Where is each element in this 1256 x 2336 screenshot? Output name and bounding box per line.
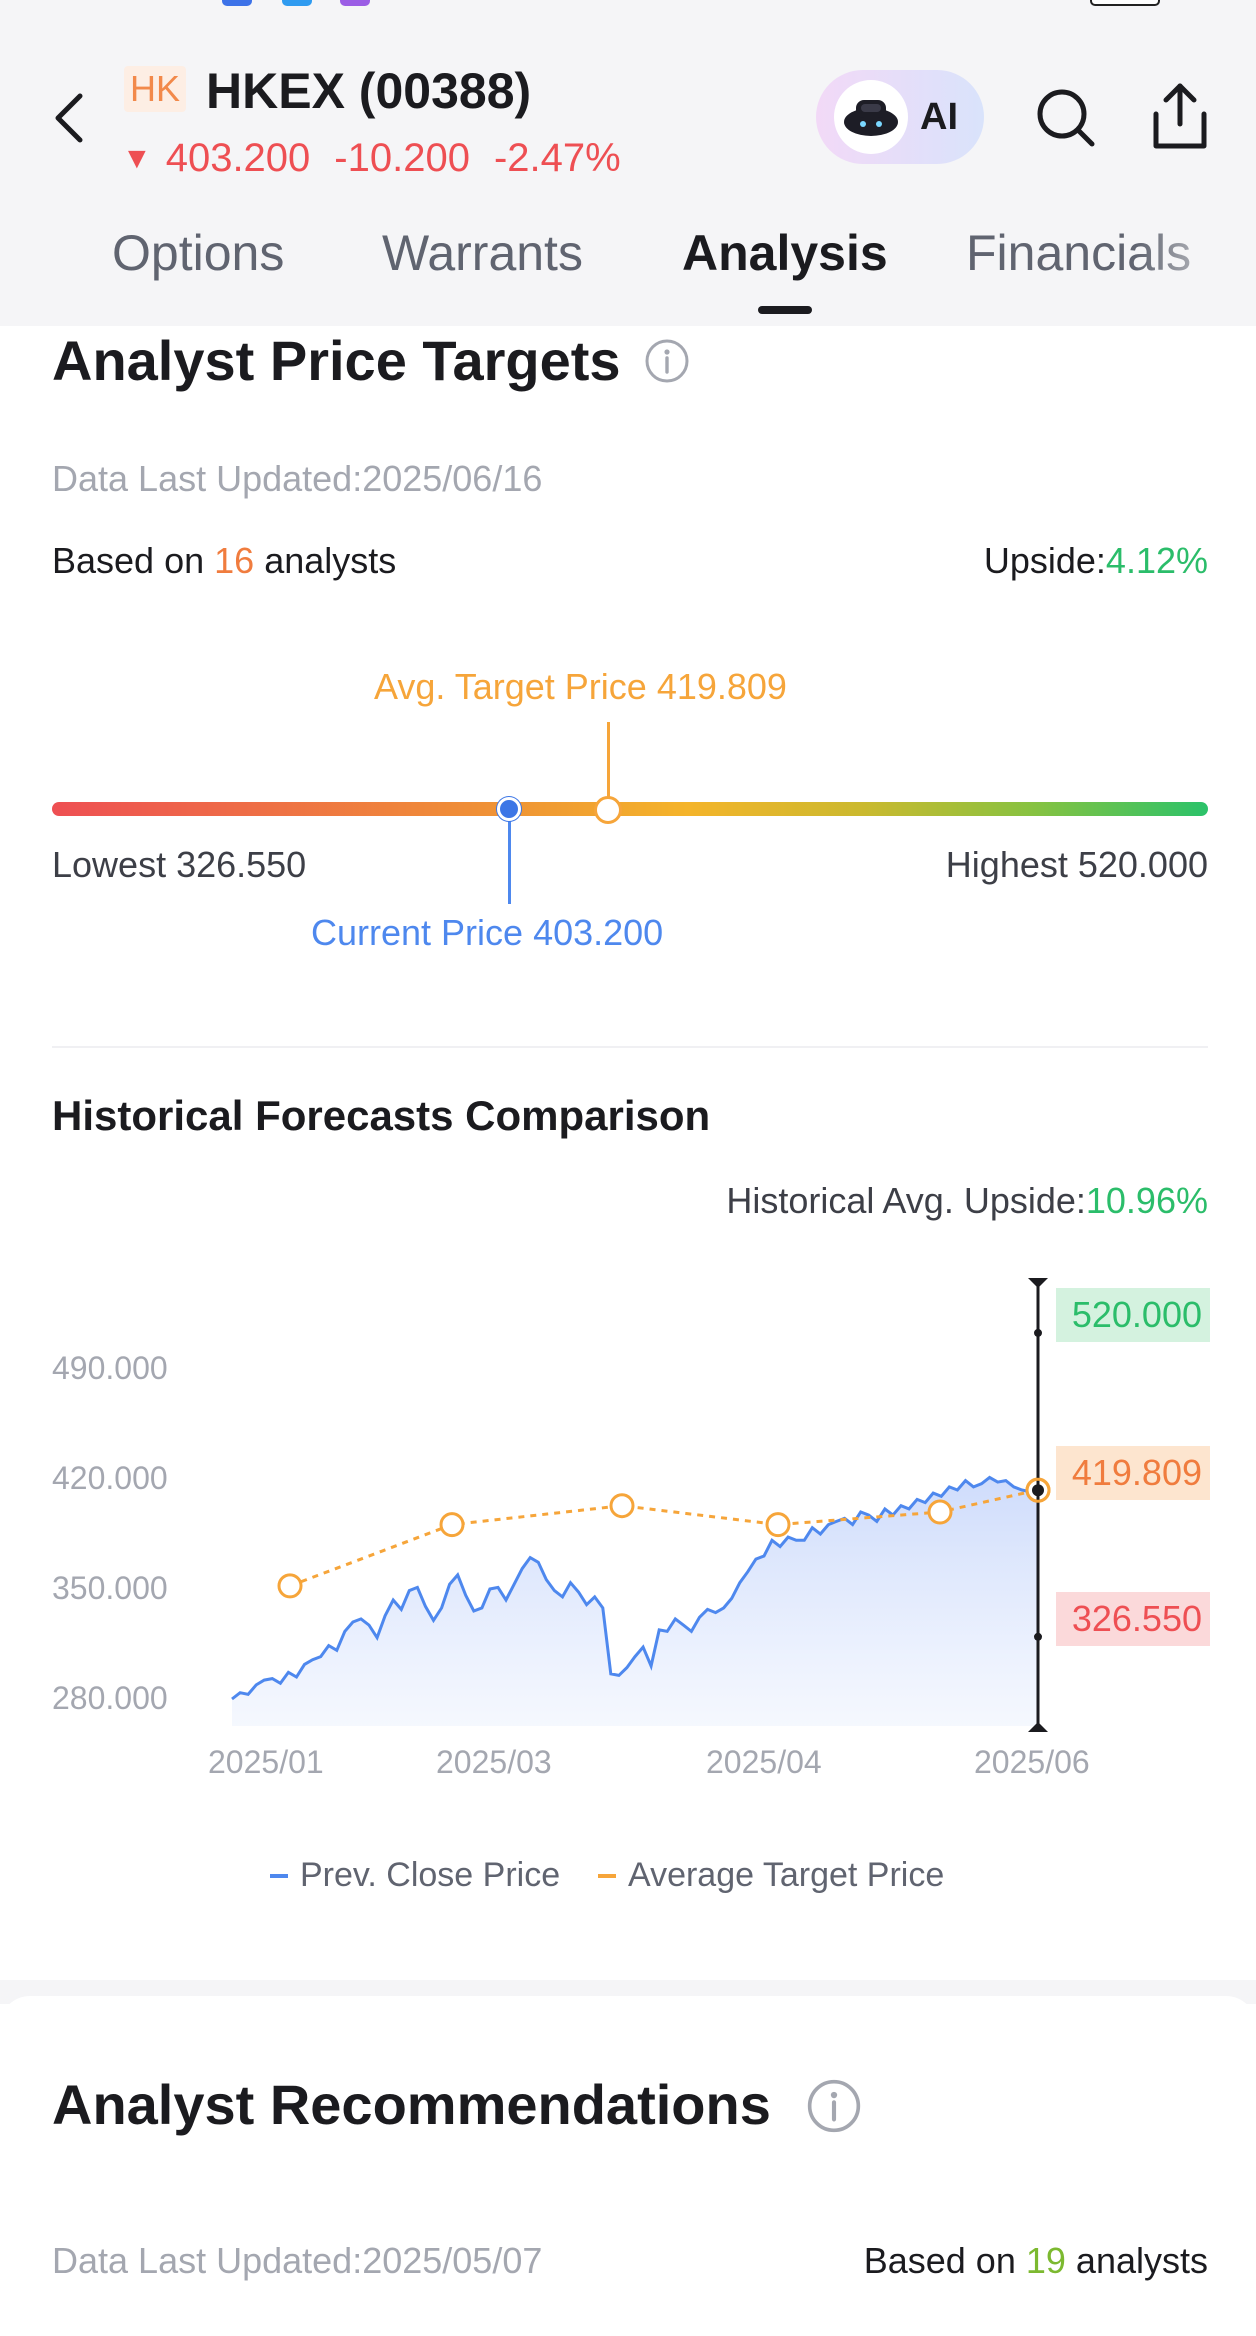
based-on-label: Based on xyxy=(52,540,205,581)
tab-warrants[interactable]: Warrants xyxy=(382,224,583,282)
ai-label: AI xyxy=(920,95,958,138)
analyst-count-text: Based on 16 analysts xyxy=(52,540,396,582)
status-icon xyxy=(282,0,312,6)
x-tick-label: 2025/01 xyxy=(208,1744,324,1780)
price-change-percent: -2.47% xyxy=(493,136,621,180)
status-icon xyxy=(340,0,370,6)
crosshair-top-cap xyxy=(1028,1278,1048,1288)
x-tick-label: 2025/06 xyxy=(974,1744,1090,1780)
high-target-marker-label: 520.000 xyxy=(1056,1288,1210,1342)
status-bar xyxy=(0,0,1256,10)
stock-tabs: Options Warrants Analysis Financials xyxy=(0,214,1256,326)
quote-row: ▼ 403.200 -10.200 -2.47% xyxy=(122,136,621,181)
based-on-label: Based on xyxy=(863,2240,1016,2281)
recommendations-analyst-count-text: Based on 19 analysts xyxy=(864,2240,1208,2282)
robot-icon xyxy=(834,80,908,154)
info-icon[interactable] xyxy=(806,2078,862,2134)
low-target-marker-label: 326.550 xyxy=(1056,1592,1210,1646)
active-tab-indicator xyxy=(758,306,812,314)
high-target-dot xyxy=(1034,1328,1042,1337)
current-price-marker xyxy=(497,797,521,821)
recommendations-analyst-count: 19 xyxy=(1025,2240,1066,2281)
price-targets-updated: Data Last Updated:2025/06/16 xyxy=(52,458,543,499)
search-icon xyxy=(1037,89,1095,147)
x-tick-label: 2025/04 xyxy=(706,1744,822,1780)
battery-icon xyxy=(1090,0,1160,6)
down-arrow-icon: ▼ xyxy=(122,141,152,175)
current-price-label: Current Price 403.200 xyxy=(311,912,664,953)
avg-target-point xyxy=(439,1512,465,1538)
app-header: HK HKEX (00388) ▼ 403.200 -10.200 -2.47%… xyxy=(0,0,1256,326)
share-icon xyxy=(1153,83,1207,149)
back-arrow-icon xyxy=(55,93,83,143)
analyst-count: 16 xyxy=(214,540,255,581)
section-divider xyxy=(52,1046,1208,1048)
analysts-label: analysts xyxy=(1075,2240,1208,2281)
avg-target-point xyxy=(765,1512,791,1538)
ai-assistant-button[interactable]: AI xyxy=(816,70,984,164)
historical-avg-upside: Historical Avg. Upside:10.96% xyxy=(726,1180,1208,1222)
historical-avg-upside-value: 10.96% xyxy=(1085,1180,1208,1221)
avg-target-point xyxy=(927,1499,953,1525)
historical-avg-upside-label: Historical Avg. Upside: xyxy=(726,1180,1086,1221)
recommendations-card: Analyst Recommendations Data Last Update… xyxy=(0,1996,1256,2336)
legend-close-label: Prev. Close Price xyxy=(300,1856,561,1894)
share-button[interactable] xyxy=(1148,82,1212,152)
info-icon[interactable] xyxy=(644,338,690,384)
avg-target-label: Avg. Target Price 419.809 xyxy=(374,666,787,707)
stock-name: HKEX (00388) xyxy=(206,63,532,119)
avg-target-dot xyxy=(1032,1484,1044,1497)
highest-target: Highest 520.000 xyxy=(945,844,1208,885)
x-tick-label: 2025/03 xyxy=(436,1744,552,1780)
market-badge: HK xyxy=(124,66,187,112)
legend-target-label: Average Target Price xyxy=(628,1856,945,1894)
legend-close: Prev. Close Price xyxy=(270,1856,560,1895)
lowest-target: Lowest 326.550 xyxy=(52,844,307,885)
avg-target-marker xyxy=(594,796,622,824)
historical-title: Historical Forecasts Comparison xyxy=(52,1092,711,1139)
low-target-dot xyxy=(1034,1632,1042,1641)
back-button[interactable] xyxy=(44,88,92,148)
legend-close-swatch xyxy=(270,1873,288,1878)
tab-analysis[interactable]: Analysis xyxy=(682,224,888,282)
tab-options[interactable]: Options xyxy=(112,224,284,282)
price-targets-title: Analyst Price Targets xyxy=(52,329,621,392)
target-range-bar xyxy=(52,802,1208,816)
legend-target-swatch xyxy=(598,1873,616,1878)
recommendations-title: Analyst Recommendations xyxy=(52,2073,771,2136)
tab-fade xyxy=(1136,214,1256,314)
upside-text: Upside:4.12% xyxy=(984,540,1208,582)
analysts-label: analysts xyxy=(264,540,397,581)
avg-target-point xyxy=(609,1493,635,1519)
avg-target-point xyxy=(277,1573,303,1599)
upside-label: Upside: xyxy=(983,540,1106,581)
recommendations-updated: Data Last Updated:2025/05/07 xyxy=(52,2240,543,2281)
stock-price: 403.200 xyxy=(165,136,311,180)
status-icon xyxy=(222,0,252,6)
legend-target: Average Target Price xyxy=(598,1856,944,1895)
search-button[interactable] xyxy=(1034,86,1098,150)
avg-target-marker-label: 419.809 xyxy=(1056,1446,1210,1500)
current-price-pointer xyxy=(508,816,511,904)
upside-value: 4.12% xyxy=(1105,540,1208,581)
avg-target-pointer xyxy=(607,722,610,802)
price-change: -10.200 xyxy=(334,136,470,180)
